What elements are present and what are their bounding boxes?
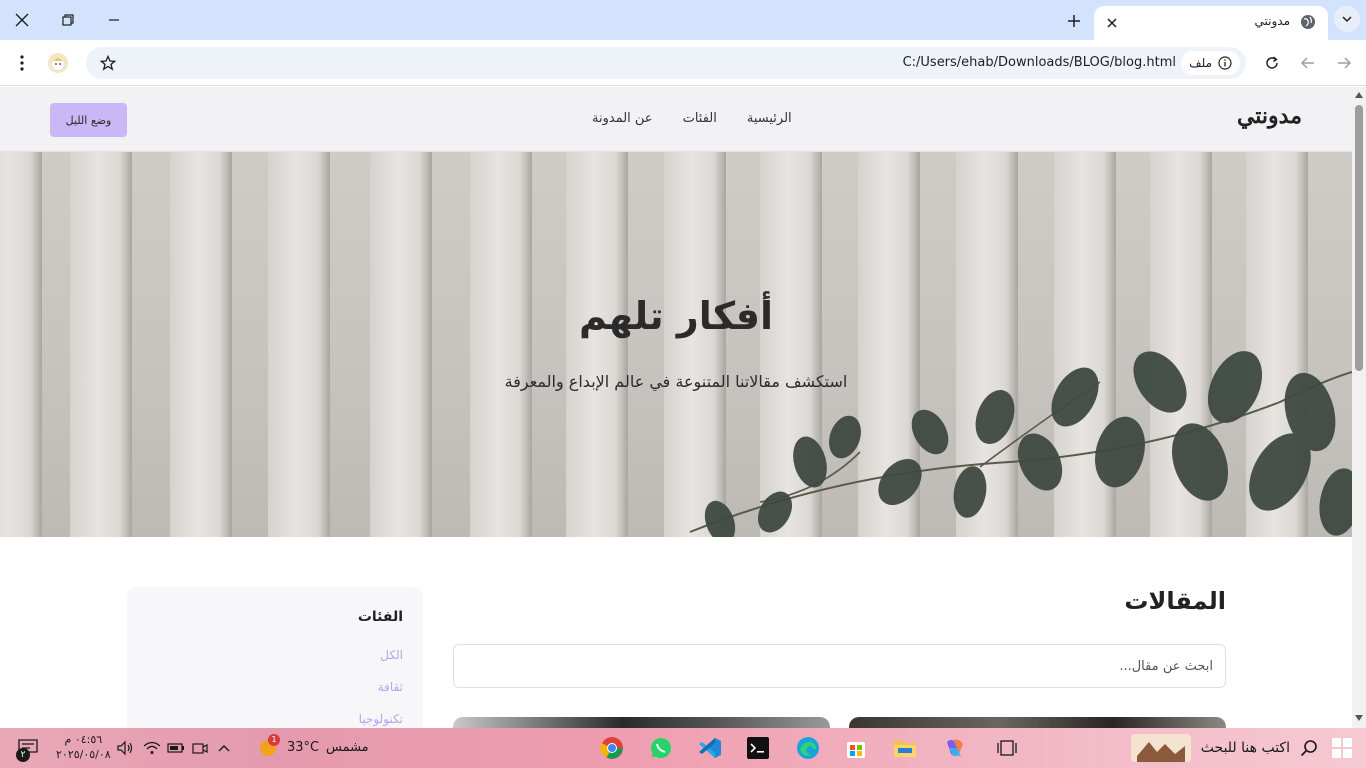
- microsoft-store-icon[interactable]: [842, 734, 870, 762]
- scroll-up-arrow-icon[interactable]: [1354, 90, 1364, 100]
- site-header: مدونتي الرئيسية الفئات عن المدونة وضع ال…: [0, 87, 1352, 152]
- minimize-window-icon[interactable]: [97, 5, 131, 35]
- battery-icon[interactable]: [162, 734, 190, 762]
- edge-icon[interactable]: [794, 734, 822, 762]
- new-tab-button[interactable]: [1062, 9, 1086, 33]
- site-logo[interactable]: مدونتي: [1237, 103, 1302, 129]
- tab-close-icon[interactable]: [1102, 13, 1122, 33]
- main-nav: الرئيسية الفئات عن المدونة: [592, 111, 792, 126]
- taskbar-search-box[interactable]: اكتب هنا للبحث: [1032, 731, 1318, 765]
- close-window-icon[interactable]: [5, 5, 39, 35]
- url-text: C:/Users/ehab/Downloads/BLOG/blog.html: [902, 55, 1176, 70]
- page-viewport: مدونتي الرئيسية الفئات عن المدونة وضع ال…: [0, 87, 1352, 728]
- tab-title: مدونتي: [1254, 14, 1290, 28]
- bookmark-star-icon[interactable]: [96, 51, 120, 75]
- globe-icon: [1301, 15, 1315, 29]
- browser-tab-strip: مدونتي: [0, 0, 1366, 40]
- taskbar-clock[interactable]: ٠٤:٥٦ م ٢٠٢٥/٠٥/٠٨: [56, 732, 111, 762]
- info-icon: [1218, 56, 1232, 70]
- reload-icon[interactable]: [1260, 51, 1284, 75]
- sidebar-title: الفئات: [357, 609, 403, 625]
- article-card-image[interactable]: [849, 717, 1226, 728]
- search-highlight-icon: [1130, 734, 1191, 762]
- posts-section-title: المقالات: [1124, 587, 1226, 615]
- hero-title: أفكار تلهم: [578, 294, 774, 338]
- kebab-menu-icon[interactable]: [10, 51, 34, 75]
- nav-about-link[interactable]: عن المدونة: [592, 111, 653, 126]
- terminal-app-icon[interactable]: [744, 734, 772, 762]
- windows-start-icon[interactable]: [1332, 738, 1352, 758]
- article-search-input[interactable]: [453, 644, 1226, 688]
- hero-wall-slat: [70, 152, 132, 537]
- article-card-image[interactable]: [453, 717, 830, 728]
- nav-home-link[interactable]: الرئيسية: [747, 111, 792, 126]
- copilot-icon[interactable]: [941, 734, 969, 762]
- hero-wall-slat: [566, 152, 628, 537]
- hero-wall-slat: [268, 152, 330, 537]
- forward-arrow-icon[interactable]: [1332, 51, 1356, 75]
- plus-icon: [1068, 15, 1080, 27]
- site-info-chip[interactable]: ملف: [1181, 51, 1240, 75]
- categories-sidebar: الفئات الكل ثقافة تكنولوجيا: [127, 587, 423, 728]
- scrollbar-thumb[interactable]: [1355, 105, 1363, 371]
- chrome-icon[interactable]: [598, 734, 626, 762]
- windows-taskbar: اكتب هنا للبحث مشمس 33°C 1 ٠٤:٥٦ م ٢٠٢٥/…: [0, 728, 1366, 768]
- show-hidden-icons-chevron[interactable]: [210, 734, 238, 762]
- speaker-icon[interactable]: [112, 734, 140, 762]
- hero-wall-slat: [0, 152, 42, 537]
- whatsapp-icon[interactable]: [647, 734, 675, 762]
- taskbar-search-text: اكتب هنا للبحث: [1200, 740, 1290, 756]
- category-link-culture[interactable]: ثقافة: [378, 680, 403, 694]
- temperature-label: 33°C: [287, 740, 320, 755]
- hero-wall-slat: [170, 152, 232, 537]
- notification-center-icon[interactable]: ٢: [14, 734, 42, 762]
- scroll-down-arrow-icon[interactable]: [1354, 713, 1364, 723]
- weather-badge: 1: [268, 734, 280, 746]
- restore-window-icon[interactable]: [51, 5, 85, 35]
- hero-wall-slat: [370, 152, 432, 537]
- task-view-icon[interactable]: [993, 734, 1021, 762]
- address-bar[interactable]: C:/Users/ehab/Downloads/BLOG/blog.html م…: [86, 47, 1246, 79]
- vscode-icon[interactable]: [696, 734, 724, 762]
- hero-banner: أفكار تلهم استكشف مقالاتنا المتنوعة في ع…: [0, 152, 1352, 537]
- camera-icon[interactable]: [186, 734, 214, 762]
- clock-time: ٠٤:٥٦ م: [64, 733, 103, 746]
- active-tab[interactable]: مدونتي: [1094, 6, 1328, 40]
- category-link-all[interactable]: الكل: [380, 648, 403, 662]
- clock-date: ٢٠٢٥/٠٥/٠٨: [56, 748, 111, 761]
- nav-categories-link[interactable]: الفئات: [683, 111, 717, 126]
- search-icon: [1300, 740, 1317, 757]
- hero-subtitle: استكشف مقالاتنا المتنوعة في عالم الإبداع…: [504, 372, 848, 391]
- chevron-down-icon: [1342, 16, 1352, 23]
- dark-mode-button[interactable]: وضع الليل: [50, 103, 127, 137]
- weather-sun-icon[interactable]: 1: [258, 734, 280, 758]
- back-arrow-icon[interactable]: [1296, 51, 1320, 75]
- hero-wall-slat: [470, 152, 532, 537]
- site-chip-label: ملف: [1189, 56, 1212, 70]
- tab-search-button[interactable]: [1334, 6, 1360, 32]
- profile-avatar[interactable]: [46, 51, 70, 75]
- page-scrollbar[interactable]: [1352, 87, 1366, 728]
- notification-count-badge: ٢: [16, 748, 30, 762]
- weather-label: مشمس: [326, 740, 369, 755]
- wifi-icon[interactable]: [138, 734, 166, 762]
- browser-toolbar: C:/Users/ehab/Downloads/BLOG/blog.html م…: [0, 40, 1366, 86]
- category-link-technology[interactable]: تكنولوجيا: [359, 712, 403, 726]
- file-explorer-icon[interactable]: [891, 734, 919, 762]
